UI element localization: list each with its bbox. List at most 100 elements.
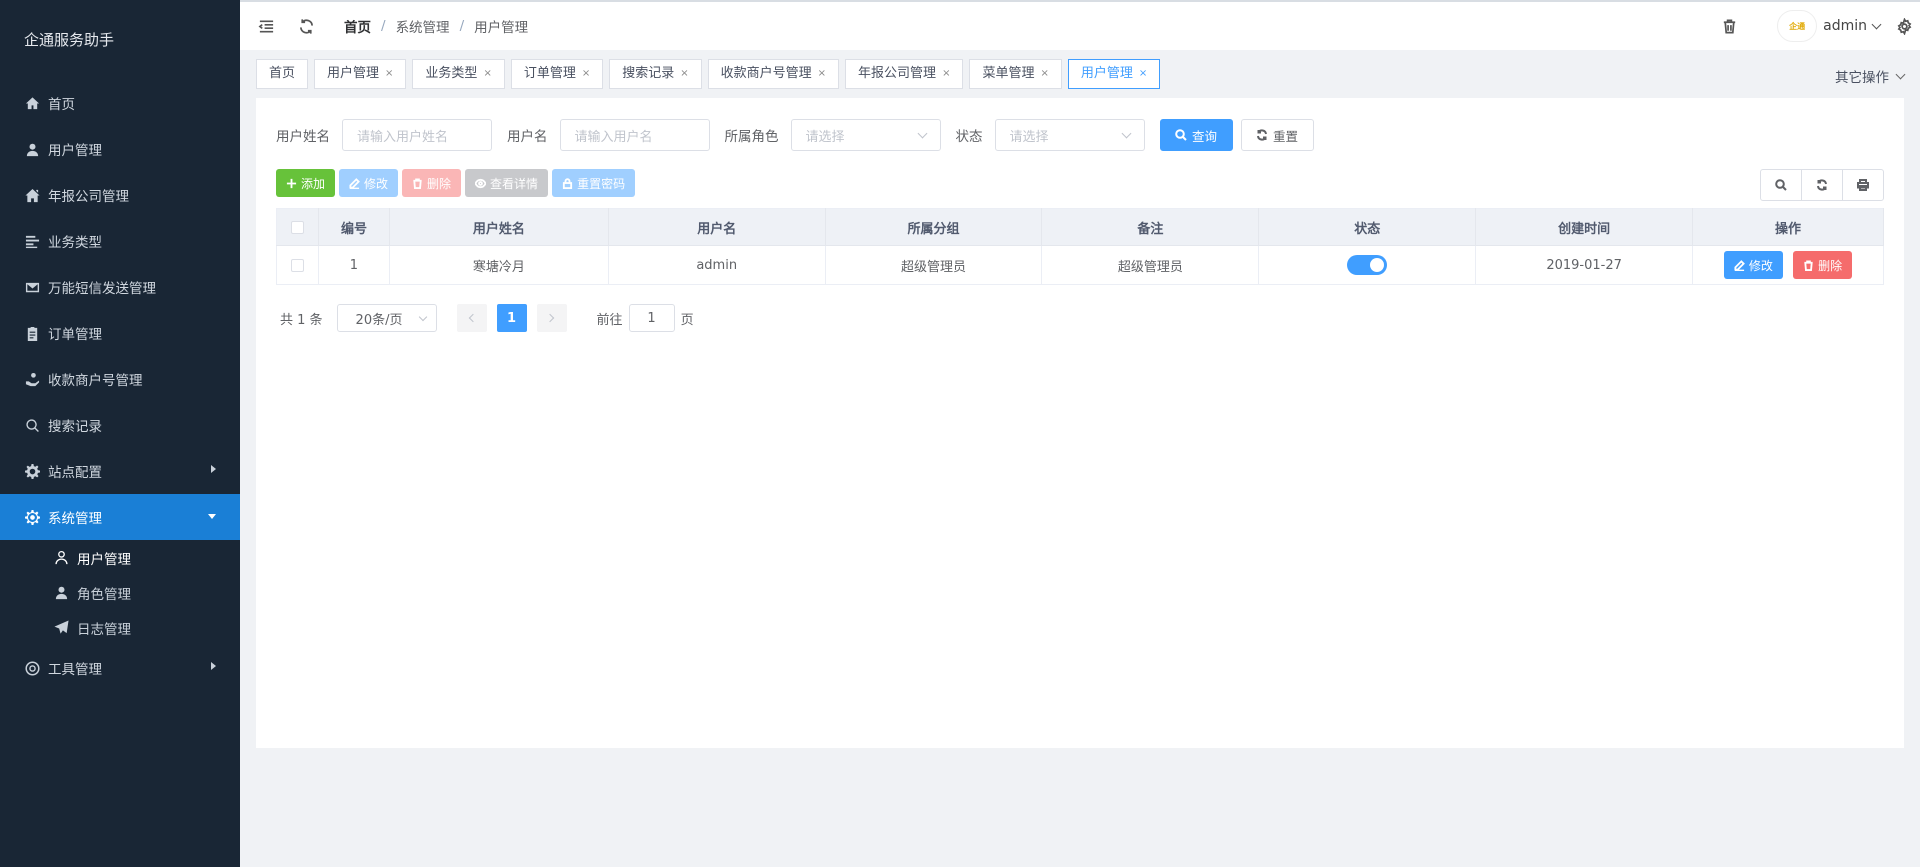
tag-label: 年报公司管理 (858, 66, 937, 81)
sidebar-item-system[interactable]: 系统管理 (0, 494, 240, 540)
column-header-username[interactable]: 用户名 (608, 208, 826, 246)
tag-user-management-active[interactable]: 用户管理 × (1067, 59, 1161, 89)
cell-remark: 超级管理员 (1041, 245, 1260, 285)
paper-plane-icon (54, 620, 69, 635)
goto-page-input[interactable]: 1 (628, 304, 675, 332)
delete-button[interactable]: 删除 (402, 169, 462, 197)
sidebar-item-business-type[interactable]: 业务类型 (0, 218, 240, 264)
edit-button[interactable]: 修改 (339, 169, 399, 197)
tags-view: 首页 用户管理 × 业务类型 × 订单管理 × 搜索记录 × 收款商户号管理 × 年报公司… (240, 50, 1920, 98)
refresh-table-button[interactable] (1801, 169, 1843, 201)
table-header-row: 编号 用户姓名 用户名 所属分组 备注 状态 创建时间 操作 (276, 208, 1884, 246)
reset-button[interactable]: 重置 (1240, 119, 1314, 151)
column-header-id[interactable]: 编号 (318, 208, 390, 246)
close-icon[interactable]: × (1139, 60, 1147, 88)
collapse-menu-icon[interactable] (256, 16, 276, 36)
breadcrumb-home[interactable]: 首页 (344, 16, 371, 36)
top-header: 首页 / 系统管理 / 用户管理 企通 admin (240, 0, 1920, 50)
chevron-down-icon (1895, 69, 1906, 79)
list-icon (24, 233, 40, 249)
search-toggle-button[interactable] (1760, 169, 1802, 201)
sidebar-item-sms[interactable]: 万能短信发送管理 (0, 264, 240, 310)
close-icon[interactable]: × (385, 60, 393, 88)
tag-annual-report[interactable]: 年报公司管理 × (845, 59, 964, 89)
view-details-label: 查看详情 (490, 176, 539, 191)
prev-page-button[interactable] (456, 304, 487, 332)
query-button[interactable]: 查询 (1159, 119, 1233, 151)
sidebar-item-home[interactable]: 首页 (0, 80, 240, 126)
sidebar-item-orders[interactable]: 订单管理 (0, 310, 240, 356)
sidebar-item-annual-report[interactable]: 年报公司管理 (0, 172, 240, 218)
main-panel: 用户姓名 请输入用户姓名 用户名 请输入用户名 所属角色 请选择 状态 请选择 … (256, 98, 1904, 748)
column-header-name[interactable]: 用户姓名 (389, 208, 609, 246)
total-count: 共 1 条 (280, 312, 323, 328)
sidebar-item-users[interactable]: 用户管理 (0, 126, 240, 172)
status-toggle[interactable] (1347, 255, 1388, 275)
row-checkbox[interactable] (290, 258, 304, 272)
eye-icon (475, 178, 487, 188)
row-delete-button[interactable]: 删除 (1793, 251, 1853, 279)
submenu-item-log-management[interactable]: 日志管理 (0, 610, 240, 645)
tag-merchant[interactable]: 收款商户号管理 × (707, 59, 840, 89)
chevron-down-icon[interactable] (1871, 19, 1882, 29)
column-header-group[interactable]: 所属分组 (825, 208, 1043, 246)
sidebar-item-label: 收款商户号管理 (48, 373, 143, 389)
close-icon[interactable]: × (483, 60, 491, 88)
cell-name: 寒塘冷月 (389, 245, 609, 285)
sidebar-item-label: 首页 (48, 97, 75, 113)
close-icon[interactable]: × (818, 60, 826, 88)
role-label: 所属角色 (724, 129, 779, 145)
role-select[interactable]: 请选择 (790, 119, 941, 151)
tag-label: 首页 (269, 66, 296, 81)
trash-icon[interactable] (1719, 16, 1739, 36)
tag-search-records[interactable]: 搜索记录 × (609, 59, 702, 89)
print-button[interactable] (1842, 169, 1884, 201)
search-icon (24, 417, 40, 433)
column-header-status[interactable]: 状态 (1258, 208, 1477, 246)
tag-orders[interactable]: 订单管理 × (510, 59, 604, 89)
column-header-remark[interactable]: 备注 (1041, 208, 1260, 246)
refresh-icon (1256, 129, 1267, 141)
sidebar-item-label: 工具管理 (48, 662, 102, 678)
breadcrumb: 首页 / 系统管理 / 用户管理 (344, 16, 528, 36)
gear-icon[interactable] (1894, 16, 1914, 36)
sidebar-item-merchant[interactable]: 收款商户号管理 (0, 356, 240, 402)
username-placeholder: 请输入用户名 (574, 129, 653, 145)
reset-password-label: 重置密码 (577, 176, 626, 191)
row-delete-label: 删除 (1818, 258, 1843, 273)
close-icon[interactable]: × (942, 60, 950, 88)
next-page-button[interactable] (536, 304, 567, 332)
other-operations-label: 其它操作 (1835, 70, 1889, 86)
page-size-select[interactable]: 20条/页 (336, 304, 437, 332)
close-icon[interactable]: × (1040, 60, 1048, 88)
close-icon[interactable]: × (582, 60, 590, 88)
submenu-item-role-management[interactable]: 角色管理 (0, 575, 240, 610)
refresh-icon[interactable] (296, 16, 316, 36)
name-input[interactable]: 请输入用户姓名 (342, 119, 492, 151)
sidebar-item-site-config[interactable]: 站点配置 (0, 448, 240, 494)
row-edit-button[interactable]: 修改 (1723, 251, 1783, 279)
submenu-item-user-management[interactable]: 用户管理 (0, 540, 240, 575)
avatar[interactable]: 企通 (1777, 10, 1818, 42)
add-button[interactable]: 添加 (276, 169, 336, 197)
page-number-current[interactable]: 1 (496, 304, 527, 332)
submenu-item-label: 角色管理 (77, 586, 131, 603)
close-icon[interactable]: × (680, 60, 688, 88)
sidebar-item-tools[interactable]: 工具管理 (0, 645, 240, 691)
select-all-checkbox[interactable] (290, 220, 304, 234)
status-select[interactable]: 请选择 (994, 119, 1145, 151)
sidebar-item-search-records[interactable]: 搜索记录 (0, 402, 240, 448)
username[interactable]: admin (1823, 18, 1867, 34)
reset-password-button[interactable]: 重置密码 (552, 169, 636, 197)
view-details-button[interactable]: 查看详情 (465, 169, 549, 197)
tag-user-management[interactable]: 用户管理 × (314, 59, 407, 89)
chevron-left-icon (468, 313, 478, 323)
chevron-down-icon (917, 128, 927, 138)
sidebar-item-label: 搜索记录 (48, 419, 102, 435)
tag-business-type[interactable]: 业务类型 × (412, 59, 505, 89)
tag-menu-management[interactable]: 菜单管理 × (969, 59, 1062, 89)
other-operations-dropdown[interactable]: 其它操作 (1835, 66, 1906, 86)
column-header-created[interactable]: 创建时间 (1475, 208, 1694, 246)
tag-home[interactable]: 首页 (256, 59, 309, 89)
username-input[interactable]: 请输入用户名 (559, 119, 710, 151)
